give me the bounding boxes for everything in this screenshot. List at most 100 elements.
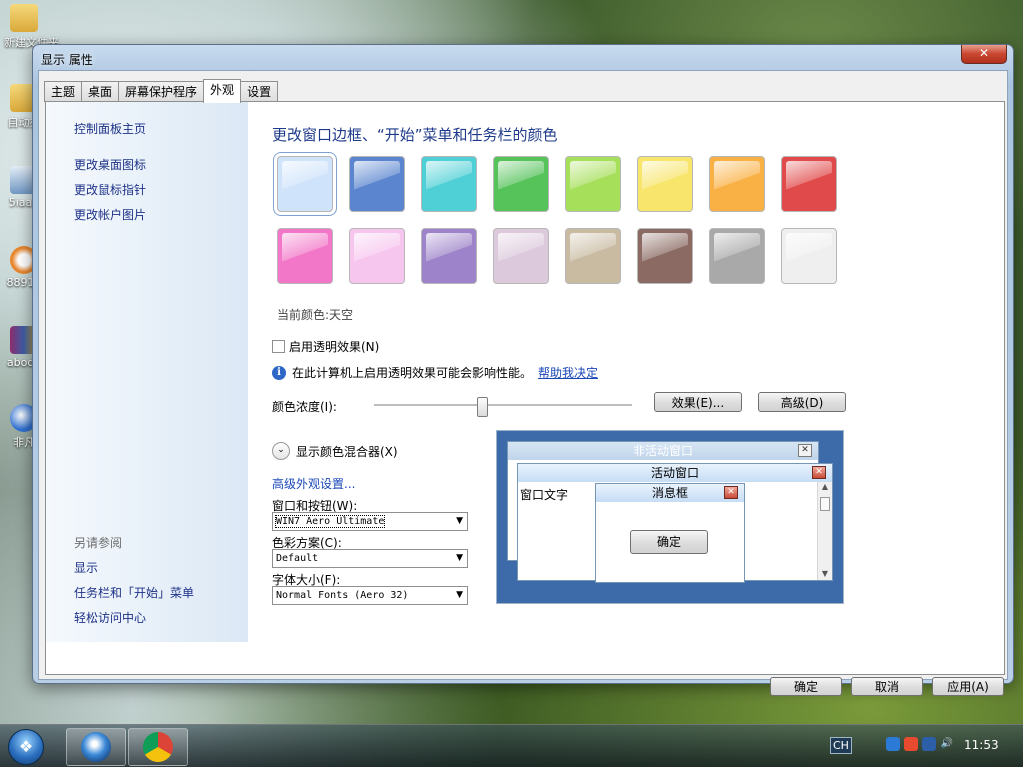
color-swatch[interactable] [637,156,693,212]
font-size-value: Normal Fonts (Aero 32) [276,590,409,601]
close-icon: ✕ [798,444,812,457]
nav-change-account-picture[interactable]: 更改帐户图片 [74,206,146,223]
nav-display[interactable]: 显示 [74,559,98,576]
tray-display-icon[interactable] [922,737,936,751]
color-swatch[interactable] [781,228,837,284]
windows-logo-icon: ❖ [18,737,34,756]
nav-change-desktop-icons[interactable]: 更改桌面图标 [74,156,146,173]
nav-control-panel-home[interactable]: 控制面板主页 [74,120,146,137]
tab-screensaver[interactable]: 屏幕保护程序 [118,81,205,102]
see-also-heading: 另请参阅 [74,536,123,550]
window-close-button[interactable]: ✕ [961,45,1007,64]
tray-qq-icon[interactable] [904,737,918,751]
color-scheme-value: Default [276,553,319,564]
appearance-preview: 非活动窗口 ✕ 活动窗口 ✕ 窗口文字 ▲ ▼ 消息框 ✕ 确定 [496,430,844,604]
preview-inactive-title: 非活动窗口 [632,444,693,458]
preview-message-title: 消息框 [651,486,688,500]
chevron-down-icon[interactable]: ⌄ [272,442,290,460]
window-buttons-select[interactable]: WIN7 Aero Ultimate ▼ [272,512,468,531]
window-buttons-value: WIN7 Aero Ultimate [274,515,386,528]
preview-window-text: 窗口文字 [520,488,569,502]
current-color: 当前颜色:天空 [277,306,353,323]
window-title: 显示 属性 [41,53,93,67]
advanced-button[interactable]: 高级(D) [758,392,846,412]
preview-message-titlebar: 消息框 ✕ [596,484,744,502]
chrome-icon [143,732,173,762]
taskbar-app-1[interactable] [66,728,126,766]
tab-strip: 主题 桌面 屏幕保护程序 外观 设置 [44,79,279,103]
font-size-select[interactable]: Normal Fonts (Aero 32) ▼ [272,586,468,605]
taskbar-app-2[interactable] [128,728,188,766]
color-swatch[interactable] [421,156,477,212]
display-properties-window: 显示 属性 ✕ 主题 桌面 屏幕保护程序 外观 设置 控制面板主页 更改桌面图标… [32,44,1014,696]
color-intensity-label: 颜色浓度(I): [272,400,337,414]
tab-settings[interactable]: 设置 [240,81,279,102]
color-swatch[interactable] [781,156,837,212]
messenger-icon [81,732,111,762]
color-swatch[interactable] [493,228,549,284]
page-title: 更改窗口边框、“开始”菜单和任务栏的颜色 [272,126,558,144]
color-swatch[interactable] [565,228,621,284]
taskbar: ❖ CH 🔊 11:53 [0,724,1023,767]
preview-ok-button: 确定 [630,530,708,554]
effects-button[interactable]: 效果(E)... [654,392,742,412]
preview-inactive-titlebar: 非活动窗口 ✕ [508,442,818,460]
main-content: 更改窗口边框、“开始”菜单和任务栏的颜色 当前颜色:天空 启用透明效果(N) i… [272,102,992,662]
tab-desktop[interactable]: 桌面 [81,81,120,102]
tab-theme[interactable]: 主题 [44,81,83,102]
tab-appearance[interactable]: 外观 [203,79,242,103]
transparency-checkbox[interactable] [272,340,285,353]
nav-ease-of-access[interactable]: 轻松访问中心 [74,609,146,626]
close-icon: ✕ [978,46,990,60]
current-color-value: 天空 [329,308,354,322]
color-swatch[interactable] [637,228,693,284]
dropdown-arrow-icon: ▼ [456,553,463,563]
close-icon: ✕ [812,466,826,479]
help-me-decide-link[interactable]: 帮助我决定 [538,364,598,381]
folder-icon [10,4,38,32]
preview-scrollbar: ▲ ▼ [817,482,832,580]
volume-icon[interactable]: 🔊 [940,737,954,751]
ok-button[interactable]: 确定 [770,677,842,696]
color-swatch[interactable] [493,156,549,212]
cancel-button[interactable]: 取消 [851,677,923,696]
performance-info: i 在此计算机上启用透明效果可能会影响性能。 帮助我决定 [272,364,598,381]
clock[interactable]: 11:53 [964,738,999,752]
start-button[interactable]: ❖ [8,729,44,765]
color-mixer-label: 显示颜色混合器(X) [296,444,398,459]
color-swatch[interactable] [349,228,405,284]
color-scheme-select[interactable]: Default ▼ [272,549,468,568]
color-swatch[interactable] [421,228,477,284]
window-client-area: 主题 桌面 屏幕保护程序 外观 设置 控制面板主页 更改桌面图标 更改鼠标指针 … [38,70,1008,696]
preview-active-title: 活动窗口 [650,466,699,480]
color-swatch[interactable] [349,156,405,212]
color-swatch[interactable] [709,156,765,212]
dropdown-arrow-icon: ▼ [456,590,463,600]
color-swatch[interactable] [709,228,765,284]
color-intensity-slider[interactable] [374,397,632,417]
color-swatch[interactable] [277,228,333,284]
scroll-up-icon: ▲ [821,482,829,491]
dropdown-arrow-icon: ▼ [456,516,463,526]
nav-taskbar-start-menu[interactable]: 任务栏和「开始」菜单 [74,584,194,601]
close-icon: ✕ [724,486,738,499]
apply-button[interactable]: 应用(A) [932,677,1004,696]
nav-change-mouse-pointer[interactable]: 更改鼠标指针 [74,181,146,198]
info-text: 在此计算机上启用透明效果可能会影响性能。 [292,366,533,380]
advanced-appearance-link[interactable]: 高级外观设置... [272,475,355,492]
left-nav: 控制面板主页 更改桌面图标 更改鼠标指针 更改帐户图片 另请参阅 显示 任务栏和… [46,102,248,642]
transparency-label: 启用透明效果(N) [289,340,380,354]
scroll-down-icon: ▼ [821,569,829,578]
slider-thumb[interactable] [477,397,489,417]
appearance-panel: 控制面板主页 更改桌面图标 更改鼠标指针 更改帐户图片 另请参阅 显示 任务栏和… [45,101,1005,675]
scroll-thumb [820,497,830,511]
preview-active-titlebar: 活动窗口 ✕ [518,464,832,482]
color-swatch[interactable] [565,156,621,212]
color-swatch[interactable] [273,152,337,216]
transparency-option[interactable]: 启用透明效果(N) [272,338,379,355]
info-icon: i [272,365,286,380]
preview-message-box: 消息框 ✕ 确定 [595,483,745,583]
language-indicator[interactable]: CH [830,737,852,754]
color-mixer-toggle-row[interactable]: ⌄ 显示颜色混合器(X) [272,442,398,460]
tray-network-icon[interactable] [886,737,900,751]
